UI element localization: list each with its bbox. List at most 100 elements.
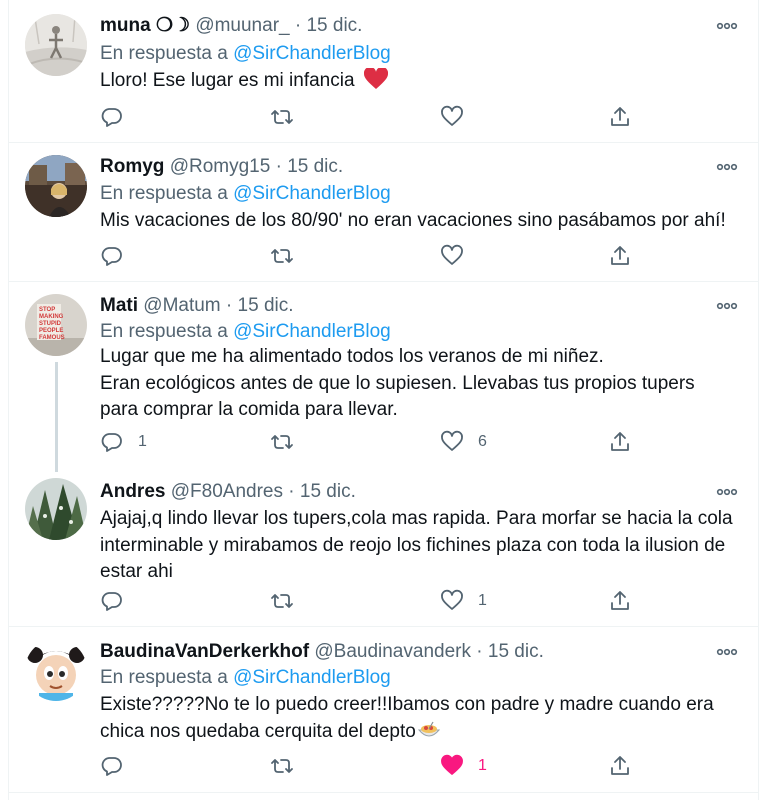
share-button[interactable] bbox=[608, 754, 632, 778]
tweet-text: Lugar que me ha alimentado todos los ver… bbox=[100, 344, 745, 424]
more-icon[interactable] bbox=[715, 480, 739, 504]
share-button[interactable] bbox=[608, 430, 632, 454]
like-button[interactable] bbox=[440, 244, 464, 268]
tweet-header: Romyg @Romyg15 · 15 dic. bbox=[100, 155, 343, 179]
avatar[interactable] bbox=[25, 639, 87, 701]
tweet-date[interactable]: 15 dic. bbox=[287, 156, 343, 177]
tweet-text-line: Lugar que me ha alimentado todos los ver… bbox=[100, 346, 604, 367]
reply-context: En respuesta a @SirChandlerBlog bbox=[100, 320, 391, 344]
tweet-text-line-with-emoji: chica nos quedaba cerquita del depto bbox=[100, 719, 745, 746]
avatar-sign-text: PEOPLE bbox=[39, 328, 63, 334]
tweet-actions bbox=[100, 244, 740, 268]
reply-button[interactable]: 1 bbox=[100, 430, 147, 454]
reply-to-link[interactable]: @SirChandlerBlog bbox=[233, 321, 391, 342]
tweet-text-line: Eran ecológicos antes de que lo supiesen… bbox=[100, 372, 695, 394]
avatar[interactable] bbox=[25, 14, 87, 76]
retweet-icon bbox=[271, 249, 293, 263]
reply-icon bbox=[101, 433, 122, 452]
liked-heart-icon bbox=[441, 754, 463, 775]
more-icon[interactable] bbox=[715, 294, 739, 318]
reply-button[interactable] bbox=[100, 244, 124, 268]
avatar[interactable] bbox=[25, 155, 87, 217]
like-button-active[interactable]: 1 bbox=[440, 754, 487, 778]
tweet-text: Mis vacaciones de los 80/90' no eran vac… bbox=[100, 208, 760, 235]
reply-prefix: En respuesta a bbox=[100, 321, 228, 342]
retweet-icon bbox=[271, 759, 293, 773]
tweet-mati[interactable]: STOP MAKING STUPID PEOPLE FAMOUS Mati @M… bbox=[9, 282, 758, 470]
reply-icon bbox=[101, 108, 122, 127]
like-button[interactable]: 1 bbox=[440, 589, 487, 613]
reply-context: En respuesta a @SirChandlerBlog bbox=[100, 182, 391, 206]
author-name[interactable]: Andres bbox=[100, 481, 165, 502]
share-icon bbox=[611, 591, 629, 610]
spaghetti-emoji-icon bbox=[417, 721, 440, 736]
retweet-button[interactable] bbox=[270, 244, 294, 268]
author-handle[interactable]: @Matum bbox=[143, 295, 220, 316]
tweet-date[interactable]: 15 dic. bbox=[238, 295, 294, 316]
like-button[interactable]: 6 bbox=[440, 430, 487, 454]
tweet-date[interactable]: 15 dic. bbox=[488, 641, 544, 662]
retweet-icon bbox=[271, 594, 293, 608]
retweet-button[interactable] bbox=[270, 754, 294, 778]
avatar[interactable] bbox=[25, 478, 87, 540]
like-button[interactable] bbox=[440, 105, 464, 129]
like-count: 6 bbox=[478, 433, 487, 450]
reply-to-link[interactable]: @SirChandlerBlog bbox=[233, 183, 391, 204]
tweet-date[interactable]: 15 dic. bbox=[306, 15, 362, 36]
avatar[interactable]: STOP MAKING STUPID PEOPLE FAMOUS bbox=[25, 294, 87, 356]
like-icon bbox=[441, 244, 463, 265]
dot-separator: · bbox=[288, 481, 295, 502]
reply-icon bbox=[101, 247, 122, 266]
tweet-header: Mati @Matum · 15 dic. bbox=[100, 294, 294, 318]
author-name[interactable]: Mati bbox=[100, 295, 138, 316]
tweet-actions: 1 bbox=[100, 754, 740, 778]
avatar-sign-text: MAKING bbox=[39, 314, 64, 320]
author-name[interactable]: BaudinaVanDerkerkhof bbox=[100, 641, 309, 662]
tweet-header: muna ❍☽ @muunar_ · 15 dic. bbox=[100, 14, 362, 38]
tweet-actions: 1 bbox=[100, 589, 740, 613]
retweet-button[interactable] bbox=[270, 589, 294, 613]
retweet-button[interactable] bbox=[270, 105, 294, 129]
tweet-text-line: estar ahi bbox=[100, 561, 173, 582]
reply-icon bbox=[101, 592, 122, 611]
tweet-text-content: Mis vacaciones de los 80/90' no eran vac… bbox=[100, 210, 726, 231]
more-icon[interactable] bbox=[715, 155, 739, 179]
tweet-date[interactable]: 15 dic. bbox=[300, 481, 356, 502]
share-icon bbox=[611, 246, 629, 265]
tweet-text-content: Lloro! Ese lugar es mi infancia bbox=[100, 70, 355, 91]
tweet-text-line: para comprar la comida para llevar. bbox=[100, 399, 398, 420]
author-handle[interactable]: @Romyg15 bbox=[170, 156, 271, 177]
more-icon[interactable] bbox=[715, 14, 739, 38]
dot-separator: · bbox=[476, 641, 483, 662]
author-handle[interactable]: @F80Andres bbox=[171, 481, 283, 502]
reply-button[interactable] bbox=[100, 589, 124, 613]
share-button[interactable] bbox=[608, 244, 632, 268]
reply-prefix: En respuesta a bbox=[100, 183, 228, 204]
tweet-baudina[interactable]: BaudinaVanDerkerkhof @Baudinavanderk · 1… bbox=[9, 627, 758, 792]
retweet-button[interactable] bbox=[270, 430, 294, 454]
reply-button[interactable] bbox=[100, 105, 124, 129]
reply-to-link[interactable]: @SirChandlerBlog bbox=[233, 43, 391, 64]
share-button[interactable] bbox=[608, 105, 632, 129]
retweet-icon bbox=[271, 110, 293, 124]
tweet-romyg[interactable]: Romyg @Romyg15 · 15 dic. En respuesta a … bbox=[9, 143, 758, 281]
more-icon[interactable] bbox=[715, 640, 739, 664]
like-count: 1 bbox=[478, 592, 487, 609]
thread-connector-line bbox=[55, 362, 58, 472]
reply-icon bbox=[101, 757, 122, 776]
author-name[interactable]: Romyg bbox=[100, 156, 164, 177]
reply-button[interactable] bbox=[100, 754, 124, 778]
reply-count: 1 bbox=[138, 433, 147, 450]
tweet-text-line: Ajajaj,q lindo llevar los tupers,cola ma… bbox=[100, 508, 733, 529]
tweet-actions bbox=[100, 105, 740, 129]
retweet-icon bbox=[271, 435, 293, 449]
reply-to-link[interactable]: @SirChandlerBlog bbox=[233, 667, 391, 688]
author-name[interactable]: muna ❍☽ bbox=[100, 15, 190, 36]
tweet-muna[interactable]: muna ❍☽ @muunar_ · 15 dic. En respuesta … bbox=[9, 0, 758, 142]
share-button[interactable] bbox=[608, 589, 632, 613]
like-icon bbox=[441, 589, 463, 610]
author-handle[interactable]: @Baudinavanderk bbox=[314, 641, 471, 662]
author-handle[interactable]: @muunar_ bbox=[195, 15, 289, 36]
tweet-text: Existe?????No te lo puedo creer!!Ibamos … bbox=[100, 692, 745, 745]
tweet-andres[interactable]: Andres @F80Andres · 15 dic. Ajajaj,q lin… bbox=[9, 470, 758, 626]
